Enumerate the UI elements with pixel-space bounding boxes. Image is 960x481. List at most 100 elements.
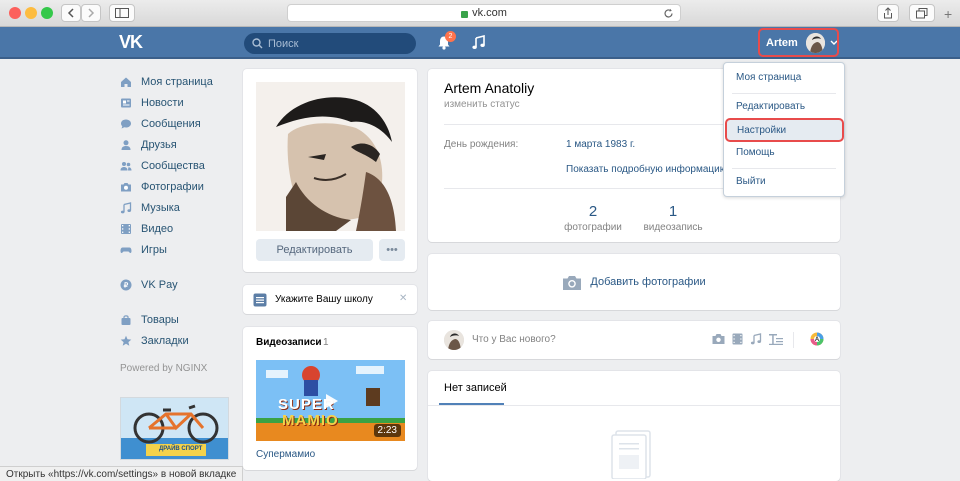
edit-profile-button[interactable]: Редактировать <box>256 239 373 261</box>
zoom-window-button[interactable] <box>41 7 53 19</box>
menu-item-label: Видео <box>141 222 174 235</box>
play-icon[interactable] <box>322 392 340 410</box>
dropdown-item-logout[interactable]: Выйти <box>724 170 844 193</box>
url-text: vk.com <box>472 7 507 19</box>
color-palette-icon[interactable]: A <box>810 332 824 346</box>
reload-icon[interactable] <box>663 8 674 19</box>
menu-item-label: Игры <box>141 243 167 256</box>
music-icon <box>120 201 132 213</box>
menu-item-label: Сообщения <box>141 117 201 130</box>
minimize-window-button[interactable] <box>25 7 37 19</box>
school-card[interactable]: Укажите Вашу школу ✕ <box>243 285 417 314</box>
avatar <box>444 330 464 350</box>
video-icon[interactable] <box>732 333 743 345</box>
sidebar-icon <box>115 8 129 18</box>
new-tab-icon[interactable]: + <box>944 6 952 22</box>
dropdown-item-my-page[interactable]: Моя страница <box>724 66 844 89</box>
share-button[interactable] <box>877 4 899 22</box>
vk-logo[interactable]: VK <box>119 32 143 53</box>
menu-item-news[interactable]: Новости <box>120 92 230 113</box>
address-bar[interactable]: vk.com <box>287 4 681 22</box>
video-icon <box>121 223 131 234</box>
search-placeholder: Поиск <box>268 37 299 50</box>
bag-icon <box>121 314 131 325</box>
menu-item-messages[interactable]: Сообщения <box>120 113 230 134</box>
birthday-value[interactable]: 1 марта 1983 г. <box>566 139 635 150</box>
menu-item-label: Музыка <box>141 201 180 214</box>
menu-item-photos[interactable]: Фотографии <box>120 176 230 197</box>
more-actions-button[interactable]: ••• <box>379 239 405 261</box>
menu-item-vkpay[interactable]: ₽ VK Pay <box>120 274 230 295</box>
menu-item-friends[interactable]: Друзья <box>120 134 230 155</box>
forward-button[interactable] <box>81 4 101 22</box>
profile-name: Artem <box>766 36 798 49</box>
profile-menu-button[interactable]: Artem <box>758 28 839 57</box>
search-input[interactable]: Поиск <box>244 33 416 54</box>
close-window-button[interactable] <box>9 7 21 19</box>
vk-header: VK Поиск 2 Artem <box>0 27 960 59</box>
show-more-info-link[interactable]: Показать подробную информацию <box>566 164 727 175</box>
back-button[interactable] <box>61 4 81 22</box>
menu-item-label: Моя страница <box>141 75 213 88</box>
video-title[interactable]: Супермамио <box>256 449 315 460</box>
menu-item-communities[interactable]: Сообщества <box>120 155 230 176</box>
school-icon <box>253 293 267 307</box>
videos-count-number: 1 <box>668 203 678 220</box>
camera-icon <box>563 275 582 290</box>
chevron-down-icon <box>830 40 837 45</box>
menu-item-label: Товары <box>141 313 179 326</box>
svg-text:₽: ₽ <box>124 281 129 289</box>
profile-photo-card: Редактировать ••• <box>243 69 417 272</box>
article-icon[interactable] <box>769 333 783 345</box>
browser-status-bar: Открыть «https://vk.com/settings» в ново… <box>0 466 244 481</box>
music-icon[interactable] <box>750 333 762 345</box>
dropdown-item-edit[interactable]: Редактировать <box>724 95 844 118</box>
video-title-art-bottom: MAMIO <box>282 412 339 429</box>
birthday-label: День рождения: <box>444 139 519 150</box>
tab-no-posts[interactable]: Нет записей <box>444 382 507 394</box>
left-menu: Моя страница Новости Сообщения Друзья Со… <box>120 71 230 375</box>
chevron-left-icon <box>67 8 74 18</box>
menu-item-label: Друзья <box>141 138 177 151</box>
ad-caption: ДРАЙВ СПОРТ <box>159 446 203 452</box>
notification-badge: 2 <box>445 31 456 42</box>
advertisement-banner[interactable]: ДРАЙВ СПОРТ <box>120 397 229 460</box>
menu-item-music[interactable]: Музыка <box>120 197 230 218</box>
dropdown-item-settings[interactable]: Настройки <box>725 118 844 142</box>
empty-wall-icon <box>611 430 651 479</box>
menu-item-label: Фотографии <box>141 180 204 193</box>
share-icon <box>884 7 892 19</box>
videos-title[interactable]: Видеозаписи <box>256 337 322 348</box>
music-icon[interactable] <box>472 35 485 50</box>
menu-item-label: Закладки <box>141 334 189 347</box>
menu-item-label: Новости <box>141 96 184 109</box>
photos-counter[interactable]: 2 фотографии <box>553 203 633 233</box>
new-post-box[interactable]: Что у Вас нового? A <box>428 321 840 359</box>
videos-counter[interactable]: 1 видеозапись <box>633 203 713 233</box>
add-photos-card[interactable]: Добавить фотографии <box>428 254 840 310</box>
dropdown-item-help[interactable]: Помощь <box>724 141 844 164</box>
gamepad-icon <box>120 247 132 253</box>
videos-count: 1 <box>323 337 329 348</box>
tabs-button[interactable] <box>909 4 935 22</box>
menu-item-goods[interactable]: Товары <box>120 309 230 330</box>
profile-photo[interactable] <box>256 82 405 231</box>
sidebar-toggle-button[interactable] <box>109 4 135 22</box>
star-icon <box>120 335 132 346</box>
messages-icon <box>121 119 131 128</box>
menu-item-games[interactable]: Игры <box>120 239 230 260</box>
vkpay-icon: ₽ <box>120 279 132 290</box>
menu-item-my-page[interactable]: Моя страница <box>120 71 230 92</box>
communities-icon <box>120 161 132 170</box>
add-photos-label: Добавить фотографии <box>590 276 706 288</box>
change-status-link[interactable]: изменить статус <box>444 99 520 110</box>
lock-icon <box>461 10 469 18</box>
camera-icon[interactable] <box>712 333 725 345</box>
video-thumbnail[interactable]: SUPER MAMIO 2:23 <box>256 360 405 441</box>
menu-item-video[interactable]: Видео <box>120 218 230 239</box>
close-icon[interactable]: ✕ <box>399 293 407 304</box>
avatar <box>805 32 825 53</box>
school-prompt: Укажите Вашу школу <box>275 294 373 305</box>
search-icon <box>252 38 263 49</box>
menu-item-bookmarks[interactable]: Закладки <box>120 330 230 351</box>
